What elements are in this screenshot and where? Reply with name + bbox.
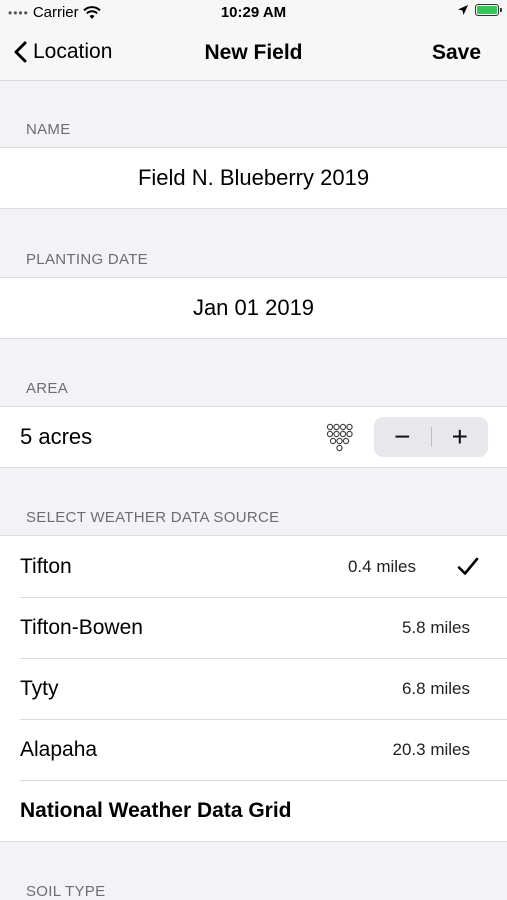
station-name: Tifton-Bowen <box>20 616 143 639</box>
weather-station-row[interactable]: Tifton 0.4 miles <box>0 536 507 597</box>
increment-button[interactable]: + <box>432 417 489 457</box>
battery-level <box>477 6 497 14</box>
save-button[interactable]: Save <box>432 41 481 65</box>
battery-tip <box>500 8 502 12</box>
weather-section-header: SELECT WEATHER DATA SOURCE <box>26 509 280 526</box>
status-time: 10:29 AM <box>220 4 287 21</box>
status-right <box>457 4 502 16</box>
back-label: Location <box>33 40 113 63</box>
back-button[interactable]: Location <box>14 40 112 64</box>
planting-date-section-header: PLANTING DATE <box>26 251 148 268</box>
weather-station-row[interactable]: Alapaha 20.3 miles <box>0 719 507 780</box>
weather-station-list: Tifton 0.4 miles Tifton-Bowen 5.8 miles … <box>0 535 507 842</box>
station-name: Tyty <box>20 677 59 700</box>
area-cell: 5 acres − + <box>0 406 507 468</box>
station-distance: 20.3 miles <box>392 740 470 759</box>
weather-station-row[interactable]: National Weather Data Grid <box>0 780 507 841</box>
planting-date-field[interactable]: Jan 01 2019 <box>0 277 507 339</box>
weather-station-row[interactable]: Tifton-Bowen 5.8 miles <box>0 597 507 658</box>
area-section-header: AREA <box>26 380 69 397</box>
status-bar: •••• Carrier 10:29 AM <box>0 0 507 26</box>
checkmark-icon <box>457 557 479 575</box>
soil-type-section-header: SOIL TYPE <box>26 883 106 900</box>
weather-station-row[interactable]: Tyty 6.8 miles <box>0 658 507 719</box>
station-distance: 0.4 miles <box>347 557 416 576</box>
station-name: Alapaha <box>20 738 98 761</box>
decrement-button[interactable]: − <box>374 417 431 457</box>
station-name: National Weather Data Grid <box>20 799 292 822</box>
area-value[interactable]: 5 acres <box>20 407 92 467</box>
station-distance: 5.8 miles <box>401 618 470 637</box>
name-section-header: NAME <box>26 121 71 138</box>
chevron-left-icon <box>14 41 27 63</box>
navigation-bar: Location New Field Save <box>0 26 507 81</box>
keypad-icon[interactable] <box>325 423 355 453</box>
location-arrow-icon <box>458 5 468 15</box>
area-stepper: − + <box>374 417 488 457</box>
station-name: Tifton <box>20 555 72 578</box>
name-field[interactable]: Field N. Blueberry 2019 <box>0 147 507 209</box>
battery-icon <box>475 4 502 16</box>
station-distance: 6.8 miles <box>401 679 470 698</box>
